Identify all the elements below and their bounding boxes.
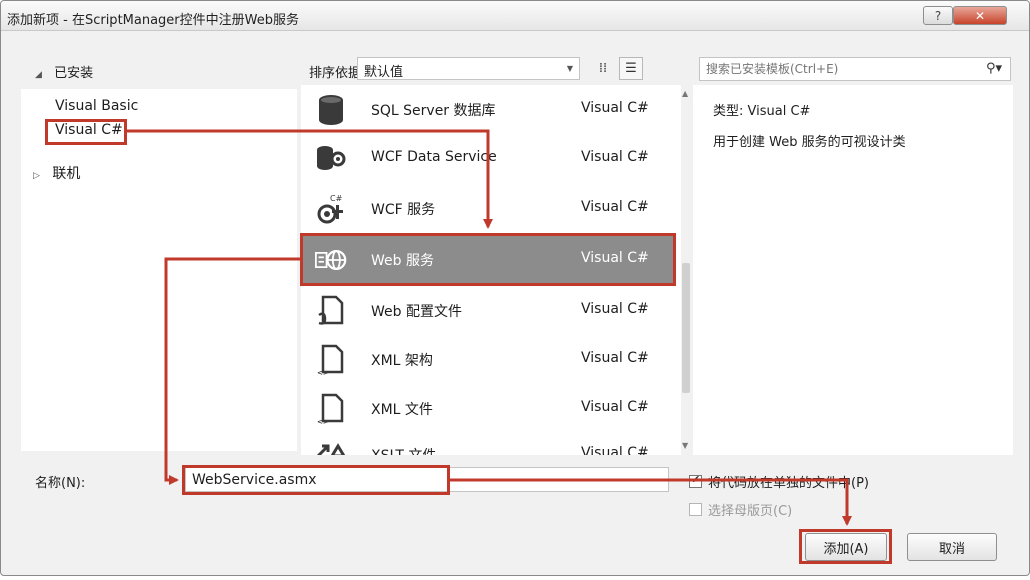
installed-label: 已安装 (54, 66, 94, 81)
template-language: Visual C# (581, 199, 649, 215)
template-row-xslt-file[interactable]: XSLT 文件 Visual C# (301, 433, 675, 455)
web-config-icon (315, 295, 347, 327)
template-language: Visual C# (581, 350, 649, 366)
template-name: XML 文件 (371, 402, 433, 418)
chevron-down-icon: ▼ (566, 64, 573, 73)
templates-scrollbar[interactable]: ▲ ▼ (680, 85, 692, 455)
master-page-label: 选择母版页(C) (708, 504, 793, 519)
sort-by-value: 默认值 (364, 65, 404, 80)
search-icon[interactable]: ⚲▾ (986, 61, 1002, 76)
scroll-down-icon[interactable]: ▼ (682, 441, 688, 450)
add-new-item-dialog: 添加新项 - 在ScriptManager控件中注册Web服务 ? ✕ ◢ 已安… (0, 0, 1030, 576)
svg-text:C#: C# (330, 194, 343, 203)
online-label: 联机 (52, 166, 81, 182)
window-title: 添加新项 - 在ScriptManager控件中注册Web服务 (7, 13, 299, 28)
close-icon: ✕ (974, 8, 986, 23)
highlight-visual-csharp (45, 119, 127, 145)
type-value: Visual C# (747, 104, 811, 119)
template-language: Visual C# (581, 100, 649, 116)
xslt-file-icon (315, 441, 347, 455)
sort-by-select[interactable]: 默认值 ▼ (357, 57, 580, 80)
template-name: WCF 服务 (371, 202, 436, 218)
scrollbar-thumb[interactable] (682, 263, 690, 393)
xml-schema-icon: <> (315, 344, 347, 376)
template-language: Visual C# (581, 445, 649, 455)
collapse-triangle-icon: ◢ (35, 70, 42, 80)
separate-file-label: 将代码放在单独的文件中(P) (708, 476, 869, 491)
title-bar: 添加新项 - 在ScriptManager控件中注册Web服务 ? ✕ (1, 1, 1029, 31)
scroll-up-icon[interactable]: ▲ (682, 89, 688, 98)
grid-view-icon: ⁞⁞ (598, 61, 608, 76)
svg-text:<>: <> (317, 418, 329, 425)
separate-file-checkbox[interactable]: 将代码放在单独的文件中(P) (689, 472, 869, 491)
checkbox-unchecked-icon[interactable] (689, 503, 702, 516)
highlight-web-service (300, 233, 676, 286)
name-label: 名称(N): (35, 476, 86, 491)
small-icons-view-button[interactable]: ⁞⁞ (591, 57, 615, 80)
svg-text:<>: <> (317, 369, 329, 376)
template-language: Visual C# (581, 149, 649, 165)
template-row-sql-server[interactable]: SQL Server 数据库 Visual C# (301, 85, 675, 134)
template-description: 用于创建 Web 服务的可视设计类 (713, 135, 906, 150)
checkbox-checked-icon[interactable] (689, 473, 702, 488)
list-view-icon: ☰ (625, 61, 637, 76)
list-view-button[interactable]: ☰ (619, 57, 643, 80)
online-node[interactable]: ▷ 联机 (33, 163, 80, 183)
xml-file-icon: <> (315, 393, 347, 425)
installed-node[interactable]: ◢ 已安装 (35, 62, 93, 81)
wcf-service-icon: C# (315, 193, 347, 225)
template-row-wcf-data-service[interactable]: WCF Data Service Visual C# (301, 134, 675, 183)
help-icon: ? (934, 8, 942, 23)
type-label: 类型: (713, 104, 744, 119)
wcf-data-service-icon (315, 143, 347, 175)
template-row-web-config[interactable]: Web 配置文件 Visual C# (301, 286, 675, 335)
help-button[interactable]: ? (923, 6, 953, 25)
database-icon (315, 94, 347, 126)
tree-item-visual-basic[interactable]: Visual Basic (55, 98, 138, 114)
template-language: Visual C# (581, 399, 649, 415)
template-row-xml-file[interactable]: <> XML 文件 Visual C# (301, 384, 675, 433)
master-page-checkbox[interactable]: 选择母版页(C) (689, 500, 792, 519)
template-row-xml-schema[interactable]: <> XML 架构 Visual C# (301, 335, 675, 384)
template-name: Web 配置文件 (371, 304, 462, 320)
template-name: SQL Server 数据库 (371, 103, 496, 119)
template-language: Visual C# (581, 301, 649, 317)
search-input[interactable] (706, 61, 976, 77)
template-name: XML 架构 (371, 353, 433, 369)
search-installed-templates[interactable]: ⚲▾ (699, 57, 1011, 81)
template-name: WCF Data Service (371, 149, 497, 165)
template-row-wcf-service[interactable]: C# WCF 服务 Visual C# (301, 184, 675, 233)
template-name: XSLT 文件 (371, 445, 436, 455)
highlight-name-input (182, 465, 450, 495)
expand-triangle-icon: ▷ (33, 171, 40, 181)
cancel-button[interactable]: 取消 (907, 533, 997, 561)
highlight-add-button (799, 529, 892, 564)
close-button[interactable]: ✕ (953, 6, 1007, 25)
template-type: 类型: Visual C# (713, 100, 810, 119)
